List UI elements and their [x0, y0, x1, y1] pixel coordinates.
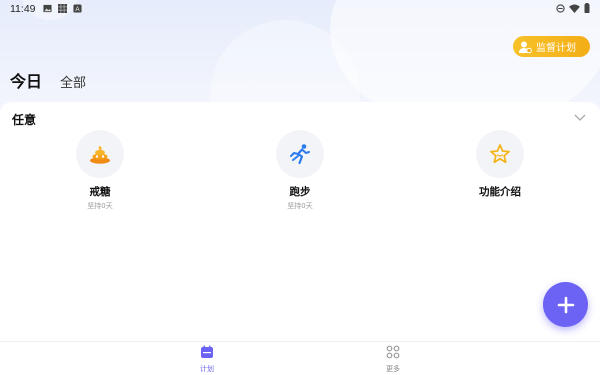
habit-name: 功能介绍 — [479, 186, 521, 198]
star-icon — [490, 144, 510, 164]
nav-item-plan[interactable]: 计划 — [177, 345, 237, 374]
grid-status-icon — [58, 4, 67, 13]
plus-icon — [557, 296, 574, 313]
poop-emoji-icon — [90, 146, 110, 164]
add-habit-button[interactable] — [543, 282, 588, 327]
nav-label-plan: 计划 — [200, 365, 214, 373]
habit-panel: 任意 戒糖 坚持0天 跑步 坚持0天 功能介绍 — [0, 102, 600, 342]
habit-streak: 坚持0天 — [287, 202, 313, 210]
notification-a-icon: A — [73, 4, 82, 13]
person-icon — [518, 40, 532, 54]
image-icon — [43, 4, 52, 13]
habit-icon-circle — [276, 130, 324, 178]
tab-all[interactable]: 全部 — [60, 72, 86, 91]
bottom-navigation: 计划 更多 — [0, 341, 600, 375]
habit-item-feature-intro[interactable]: 功能介绍 — [450, 130, 550, 201]
supervise-plan-button[interactable]: 监督计划 — [513, 36, 590, 57]
grid-icon — [386, 345, 400, 359]
section-title: 任意 — [12, 113, 37, 127]
calendar-icon — [201, 345, 213, 358]
wifi-icon — [569, 3, 580, 13]
habit-icon-circle — [76, 130, 124, 178]
battery-icon — [584, 3, 590, 13]
nav-label-more: 更多 — [386, 365, 400, 373]
chevron-down-icon[interactable] — [574, 112, 586, 122]
habit-streak: 坚持0天 — [87, 202, 113, 210]
tab-today[interactable]: 今日 — [10, 68, 42, 92]
habit-name: 戒糖 — [89, 186, 111, 198]
dnd-icon — [556, 3, 565, 13]
date-tabs: 今日 全部 — [10, 68, 86, 92]
habit-name: 跑步 — [289, 186, 311, 198]
nav-item-more[interactable]: 更多 — [363, 345, 423, 374]
supervise-plan-label: 监督计划 — [536, 43, 576, 54]
habit-item-running[interactable]: 跑步 坚持0天 — [250, 130, 350, 211]
habit-icon-circle — [476, 130, 524, 178]
running-icon — [290, 144, 310, 165]
status-time: 11:49 — [10, 3, 36, 15]
habit-item-no-sugar[interactable]: 戒糖 坚持0天 — [50, 130, 150, 211]
status-bar: 11:49 A — [0, 0, 600, 18]
